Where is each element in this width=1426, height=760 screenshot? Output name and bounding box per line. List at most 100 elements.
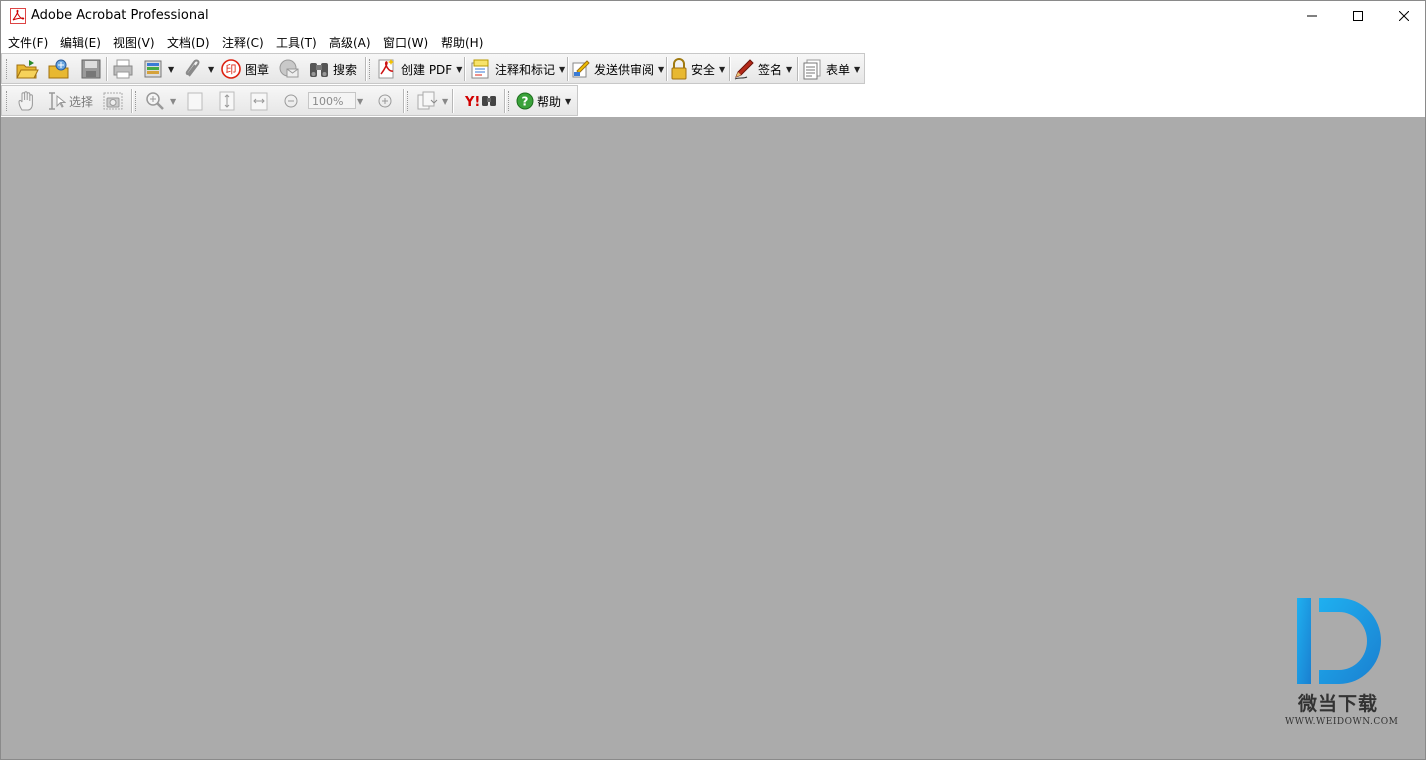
zoom-dropdown-button[interactable]: ▼ bbox=[356, 89, 363, 113]
toolbar-separator bbox=[452, 89, 454, 113]
menu-file[interactable]: 文件(F) bbox=[8, 34, 48, 51]
open-button[interactable] bbox=[15, 57, 39, 81]
maximize-button[interactable] bbox=[1335, 1, 1381, 31]
dropdown-arrow-icon: ▼ bbox=[786, 64, 793, 74]
dropdown-arrow-icon: ▼ bbox=[658, 64, 665, 74]
acrobat-window: Adobe Acrobat Professional 文件(F) 编辑(E) 视… bbox=[0, 0, 1426, 760]
save-button[interactable] bbox=[80, 57, 102, 81]
comment-markup-button[interactable]: 注释和标记 ▼ bbox=[470, 57, 565, 81]
stamp-label: 图章 bbox=[245, 62, 270, 77]
toolbar-separator bbox=[131, 89, 133, 113]
menu-window[interactable]: 窗口(W) bbox=[383, 34, 428, 51]
fit-page-icon bbox=[219, 91, 235, 111]
maximize-icon bbox=[1353, 11, 1363, 21]
search-button[interactable]: 搜索 bbox=[308, 57, 357, 81]
yahoo-search-button[interactable]: Y! bbox=[464, 89, 500, 113]
organizer-button[interactable] bbox=[47, 57, 71, 81]
svg-text:印: 印 bbox=[226, 63, 237, 76]
toolbar-grip[interactable] bbox=[6, 59, 10, 79]
help-label: 帮助 bbox=[537, 94, 562, 109]
hand-tool-button[interactable] bbox=[16, 89, 38, 113]
minimize-button[interactable] bbox=[1289, 1, 1335, 31]
toolbar-grip[interactable] bbox=[135, 91, 139, 111]
comment-markup-label: 注释和标记 bbox=[495, 62, 556, 77]
send-review-button[interactable]: 发送供审阅 ▼ bbox=[571, 57, 664, 81]
search-label: 搜索 bbox=[333, 62, 358, 77]
print-button[interactable] bbox=[112, 57, 134, 81]
minimize-icon bbox=[1307, 15, 1317, 17]
camera-icon bbox=[103, 92, 123, 110]
dropdown-arrow-icon: ▼ bbox=[442, 96, 449, 106]
zoom-out-button[interactable] bbox=[282, 89, 300, 113]
navigation-toolbar: 选择 ▼ 100% ▼ ▼ Y! ? 帮助 ▼ bbox=[1, 85, 578, 116]
menu-tools[interactable]: 工具(T) bbox=[276, 34, 317, 51]
close-icon bbox=[1399, 11, 1409, 21]
toolbar-grip[interactable] bbox=[407, 91, 411, 111]
dropdown-arrow-icon: ▼ bbox=[208, 64, 215, 74]
menu-advanced[interactable]: 高级(A) bbox=[329, 34, 371, 51]
title-bar: Adobe Acrobat Professional bbox=[1, 1, 1425, 31]
menu-comments[interactable]: 注释(C) bbox=[222, 34, 264, 51]
forms-button[interactable]: 表单 ▼ bbox=[801, 57, 860, 81]
menu-document[interactable]: 文档(D) bbox=[167, 34, 210, 51]
select-tool-button[interactable]: 选择 bbox=[46, 89, 93, 113]
zoom-level-input[interactable]: 100% bbox=[308, 92, 356, 109]
sign-button[interactable]: 签名 ▼ bbox=[733, 57, 792, 81]
menu-bar: 文件(F) 编辑(E) 视图(V) 文档(D) 注释(C) 工具(T) 高级(A… bbox=[1, 31, 1425, 52]
comment-markup-icon bbox=[471, 59, 489, 79]
toolbar-separator bbox=[106, 57, 108, 81]
toolbar-grip[interactable] bbox=[508, 91, 512, 111]
yahoo-toolbar-icon: Y! bbox=[464, 95, 496, 110]
help-button[interactable]: ? 帮助 ▼ bbox=[516, 89, 571, 113]
toolbar-separator bbox=[403, 89, 405, 113]
file-toolbar: ▼ ▼ 印 图章 搜索 创建 PDF ▼ 注释和标记 ▼ 发送供审阅 ▼ 安全 … bbox=[1, 53, 865, 84]
actual-size-button[interactable] bbox=[185, 89, 205, 113]
snapshot-button[interactable] bbox=[102, 89, 124, 113]
menu-view[interactable]: 视图(V) bbox=[113, 34, 155, 51]
zoom-in-button[interactable] bbox=[376, 89, 394, 113]
security-label: 安全 bbox=[691, 62, 716, 77]
create-pdf-button[interactable]: 创建 PDF ▼ bbox=[376, 57, 462, 81]
dropdown-arrow-icon: ▼ bbox=[559, 64, 566, 74]
paperclip-icon bbox=[185, 59, 200, 77]
rotate-view-button[interactable]: ▼ bbox=[416, 89, 448, 113]
email-stack-icon bbox=[144, 60, 162, 78]
dropdown-arrow-icon: ▼ bbox=[170, 96, 177, 106]
hand-icon bbox=[18, 91, 33, 111]
document-workspace[interactable] bbox=[1, 117, 1425, 759]
menu-help[interactable]: 帮助(H) bbox=[441, 34, 483, 51]
toolbar-area: ▼ ▼ 印 图章 搜索 创建 PDF ▼ 注释和标记 ▼ 发送供审阅 ▼ 安全 … bbox=[1, 52, 1425, 117]
fit-width-button[interactable] bbox=[249, 89, 269, 113]
help-question-icon: ? bbox=[516, 92, 534, 110]
send-review-label: 发送供审阅 bbox=[594, 62, 655, 77]
close-button[interactable] bbox=[1381, 1, 1426, 31]
zoom-in-icon bbox=[378, 94, 392, 108]
stamp-seal-icon: 印 bbox=[221, 59, 241, 79]
acrobat-logo-icon bbox=[10, 8, 26, 24]
zoom-in-tool-button[interactable]: ▼ bbox=[144, 89, 176, 113]
svg-text:?: ? bbox=[522, 95, 529, 109]
pages-rotate-icon bbox=[417, 91, 438, 110]
toolbar-grip[interactable] bbox=[6, 91, 10, 111]
toolbar-separator bbox=[666, 57, 668, 81]
menu-edit[interactable]: 编辑(E) bbox=[60, 34, 101, 51]
window-title: Adobe Acrobat Professional bbox=[31, 8, 209, 23]
forms-icon bbox=[803, 59, 821, 80]
watermark-url: WWW.WEIDOWN.COM bbox=[1285, 717, 1399, 727]
toolbar-grip[interactable] bbox=[369, 59, 373, 79]
globe-mail-icon bbox=[279, 59, 299, 78]
toolbar-separator bbox=[729, 57, 731, 81]
save-disk-icon bbox=[81, 59, 101, 79]
security-button[interactable]: 安全 ▼ bbox=[670, 57, 725, 81]
zoom-out-icon bbox=[284, 94, 298, 108]
stamp-button[interactable]: 印 图章 bbox=[220, 57, 269, 81]
email-tray-button[interactable]: ▼ bbox=[142, 57, 174, 81]
dropdown-arrow-icon: ▼ bbox=[565, 96, 572, 106]
dropdown-arrow-icon: ▼ bbox=[456, 64, 463, 74]
dropdown-arrow-icon: ▼ bbox=[168, 64, 175, 74]
watermark-brand: 微当下载 bbox=[1298, 693, 1379, 715]
mail-button[interactable] bbox=[278, 57, 300, 81]
attach-button[interactable]: ▼ bbox=[182, 57, 214, 81]
select-label: 选择 bbox=[69, 94, 94, 109]
fit-page-button[interactable] bbox=[217, 89, 237, 113]
